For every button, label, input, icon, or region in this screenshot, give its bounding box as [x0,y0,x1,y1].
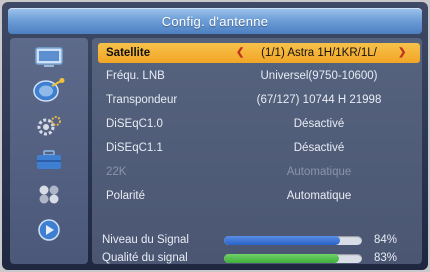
setting-row-diseqc-1-0[interactable]: DiSEqC1.0 Désactivé [98,114,420,134]
setting-label: Polarité [106,190,145,202]
setting-value: Désactivé [293,118,345,130]
signal-quality-fill [224,253,339,263]
games-icon[interactable] [32,182,66,206]
title-bar: Config. d'antenne [8,8,422,34]
setting-value: Automatique [286,166,352,178]
setting-value: (1/1) Astra 1H/1KR/1L/ [261,47,377,59]
toolbox-icon[interactable] [32,148,66,172]
setting-row-lnb-frequency[interactable]: Fréqu. LNB Universel(9750-10600) [98,66,420,86]
signal-quality-row: Qualité du signal 83% [98,250,420,266]
setting-row-satellite[interactable]: Satellite ❮ (1/1) Astra 1H/1KR/1L/ ❯ [98,43,420,63]
signal-level-row: Niveau du Signal 84% [98,232,420,248]
setting-label: Fréqu. LNB [106,70,165,82]
setting-value: Universel(9750-10600) [260,70,378,82]
signal-level-bar [224,235,362,245]
signal-level-percent: 84% [374,234,398,246]
signal-level-fill [224,235,340,245]
setting-row-polarity[interactable]: Polarité Automatique [98,186,420,206]
page-title: Config. d'antenne [161,13,269,29]
signal-level-label: Niveau du Signal [102,234,189,246]
satellite-dish-icon[interactable] [32,78,66,102]
gear-icon[interactable] [32,114,66,138]
setting-label: DiSEqC1.0 [106,118,163,130]
setting-label: Satellite [106,47,151,59]
media-icon[interactable] [32,218,66,242]
sidebar-menu [10,38,88,264]
signal-quality-label: Qualité du signal [102,252,188,264]
setting-row-22k: 22K Automatique [98,162,420,182]
arrow-right-icon[interactable]: ❯ [398,47,406,58]
setting-row-transponder[interactable]: Transpondeur (67/127) 10744 H 21998 [98,90,420,110]
setting-label: 22K [106,166,127,178]
tv-icon[interactable] [32,46,66,70]
signal-quality-percent: 83% [374,252,398,264]
antenna-settings-panel: Satellite ❮ (1/1) Astra 1H/1KR/1L/ ❯ Fré… [92,38,422,264]
setting-value: (67/127) 10744 H 21998 [256,94,382,106]
setting-label: DiSEqC1.1 [106,142,163,154]
tv-screen: Config. d'antenne Satellite ❮ (1/1) Astr… [2,2,428,270]
setting-value: Automatique [286,190,352,202]
setting-value: Désactivé [293,142,345,154]
signal-quality-bar [224,253,362,263]
setting-row-diseqc-1-1[interactable]: DiSEqC1.1 Désactivé [98,138,420,158]
setting-label: Transpondeur [106,94,178,106]
